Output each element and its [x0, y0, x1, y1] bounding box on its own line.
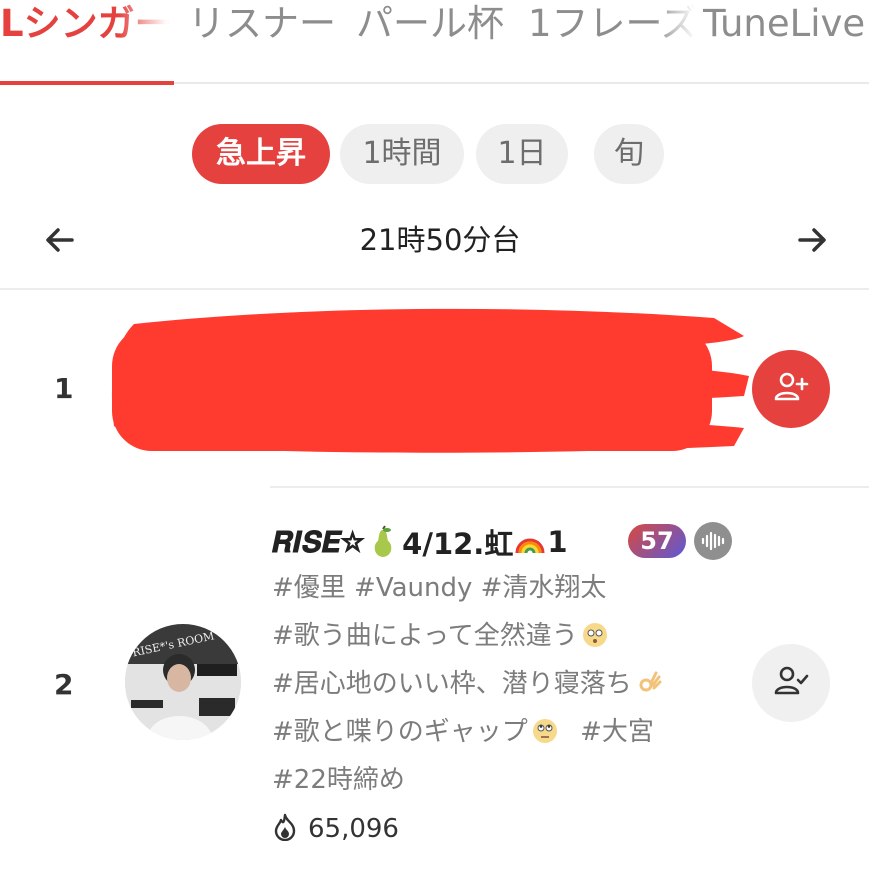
stream-title-suffix: 1 [547, 525, 568, 559]
user-check-icon [771, 661, 811, 705]
rank-number: 1 [54, 372, 74, 405]
hashtag-text: #歌う曲によって全然違う [272, 621, 578, 651]
avatar[interactable]: RISE*'s ROOM [125, 624, 241, 740]
pear-icon [370, 525, 396, 559]
hashtag-text: #大宮 [580, 717, 654, 747]
hashtag-text: #居心地のいい枠、潜り寝落ち [272, 669, 632, 699]
active-tab-indicator [0, 81, 174, 85]
section-divider [0, 288, 869, 290]
hashtag-line: #優里 #Vaundy #清水翔太 [272, 573, 607, 603]
period-pill-rising[interactable]: 急上昇 [192, 124, 330, 184]
time-slot-label: 21時50分台 [359, 223, 521, 257]
follow-button[interactable] [752, 350, 830, 428]
add-user-icon [771, 367, 811, 411]
hashtag-line: #歌う曲によって全然違う [272, 618, 608, 654]
arrow-left-icon[interactable] [38, 218, 82, 262]
audio-wave-icon [694, 522, 732, 560]
hashtag-text: #歌と喋りのギャップ [272, 717, 528, 747]
level-badge: 57 [628, 524, 686, 558]
top-tab-bar: Lシンガー リスナー パール杯 1フレーズ TuneLive [0, 0, 869, 85]
stream-title[interactable]: 𝑹𝑰𝑺𝑬☆ 4/12.虹 1 [272, 518, 568, 566]
hashtag-line: #居心地のいい枠、潜り寝落ち [272, 666, 662, 702]
rainbow-icon [515, 527, 545, 557]
flame-icon [272, 813, 298, 845]
stream-title-date: 4/12.虹 [402, 527, 514, 561]
period-pill-1day[interactable]: 1日 [476, 124, 568, 184]
rolling-eyes-icon [532, 718, 558, 744]
listener-count-value: 65,096 [308, 814, 399, 844]
tab-one-phrase[interactable]: 1フレーズ [528, 0, 698, 48]
hashtag-line: #歌と喋りのギャップ #大宮 [272, 714, 654, 750]
stream-title-name: 𝑹𝑰𝑺𝑬☆ [272, 524, 365, 559]
tab-l-singer[interactable]: Lシンガー [0, 0, 172, 48]
tab-listener[interactable]: リスナー [188, 0, 336, 48]
row-divider [270, 486, 869, 488]
period-pill-1hour[interactable]: 1時間 [340, 124, 464, 184]
listener-count: 65,096 [272, 812, 399, 846]
rank-number: 2 [54, 668, 74, 701]
arrow-right-icon[interactable] [790, 218, 834, 262]
flushed-face-icon [582, 622, 608, 648]
period-pill-season[interactable]: 旬 [594, 124, 664, 184]
hashtag-line: #22時締め [272, 765, 405, 795]
tab-tunelive[interactable]: TuneLive [703, 0, 869, 48]
following-button[interactable] [752, 644, 830, 722]
ok-hand-icon [636, 670, 662, 696]
redaction-scribble [104, 296, 754, 471]
tab-pearl-cup[interactable]: パール杯 [356, 0, 504, 48]
